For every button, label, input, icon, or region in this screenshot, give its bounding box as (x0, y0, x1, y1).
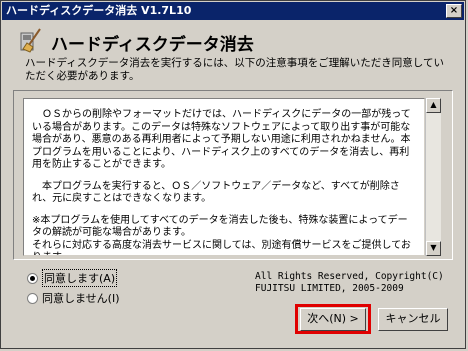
disagree-label[interactable]: 同意しません(I) (42, 290, 120, 306)
arrow-up-icon: ▲ (430, 100, 437, 109)
agree-label[interactable]: 同意します(A) (42, 269, 118, 287)
notice-paragraph: ※本プログラムを使用してすべてのデータを消去した後も、特殊な装置によってデータの… (32, 214, 411, 256)
copyright-text: All Rights Reserved, Copyright(C) FUJITS… (255, 271, 444, 295)
notice-scrollbar[interactable]: ▲ ▼ (425, 98, 441, 256)
scroll-up-button[interactable]: ▲ (426, 98, 441, 113)
close-icon: × (449, 5, 459, 16)
scroll-down-button[interactable]: ▼ (426, 241, 441, 256)
arrow-down-icon: ▼ (430, 243, 437, 252)
notice-textbox[interactable]: ＯＳからの削除やフォーマットだけでは、ハードディスクにデータの一部が残っている場… (23, 98, 425, 256)
intro-text: ハードディスクデータ消去を実行するには、以下の注意事項をご理解いただき同意してい… (25, 57, 444, 82)
agree-radio[interactable] (27, 272, 38, 284)
next-button[interactable]: 次へ(N) > (300, 308, 366, 331)
window-title: ハードディスクデータ消去 V1.7L10 (6, 4, 192, 17)
copyright-line-2: FUJITSU LIMITED, 2005-2009 (255, 283, 404, 294)
copyright-line-1: All Rights Reserved, Copyright(C) (255, 271, 444, 282)
agree-radio-option[interactable]: 同意します(A) (27, 269, 118, 287)
disagree-radio-option[interactable]: 同意しません(I) (27, 291, 120, 305)
dialog-window: ハードディスクデータ消去 V1.7L10 × ハードディスクデータ消去 ハードデ… (0, 0, 466, 349)
notice-paragraph: 本プログラムを実行すると、ＯＳ／ソフトウェア／データなど、すべてが削除され、元に… (32, 180, 400, 205)
cancel-button[interactable]: キャンセル (378, 308, 448, 331)
page-title: ハードディスクデータ消去 (51, 35, 254, 55)
close-button[interactable]: × (446, 4, 462, 18)
eraser-broom-icon (20, 28, 41, 53)
notice-paragraph: ＯＳからの削除やフォーマットだけでは、ハードディスクにデータの一部が残っている場… (32, 109, 411, 170)
disagree-radio[interactable] (27, 292, 38, 304)
title-bar[interactable]: ハードディスクデータ消去 V1.7L10 × (2, 2, 464, 20)
